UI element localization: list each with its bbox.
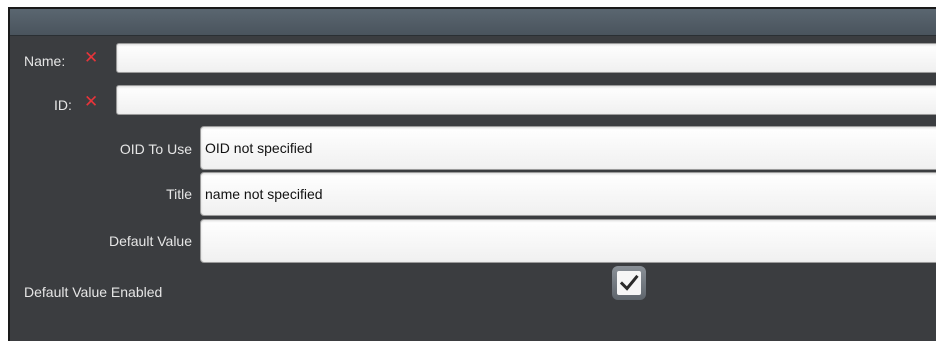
id-field[interactable] <box>116 85 936 115</box>
name-field[interactable] <box>116 43 936 73</box>
id-label: ID: <box>54 97 72 113</box>
default-value-enabled-label: Default Value Enabled <box>24 284 163 300</box>
properties-panel: Name: ✕ ID: ✕ OID To Use OID not specifi… <box>8 7 936 341</box>
title-field[interactable]: name not specified <box>200 172 936 216</box>
x-mark-icon: ✕ <box>84 48 99 67</box>
default-value-enabled-checkbox[interactable] <box>612 266 646 300</box>
checkbox-box <box>617 271 641 295</box>
panel-titlebar <box>10 9 936 36</box>
default-value-field[interactable] <box>200 219 936 263</box>
title-label: Title <box>166 186 192 202</box>
default-value-label: Default Value <box>108 233 192 249</box>
oid-to-use-label: OID To Use <box>119 141 192 157</box>
checkmark-icon <box>619 274 639 291</box>
name-label: Name: <box>24 53 66 69</box>
oid-to-use-field[interactable]: OID not specified <box>200 126 936 170</box>
x-mark-icon: ✕ <box>84 92 99 111</box>
